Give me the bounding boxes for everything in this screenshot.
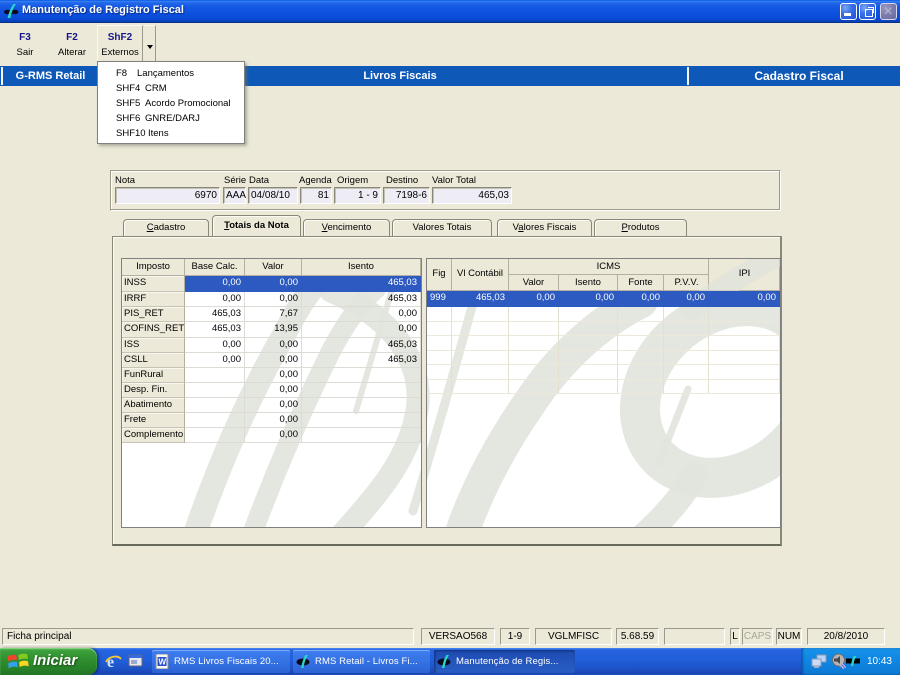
svg-text:W: W: [159, 658, 167, 667]
